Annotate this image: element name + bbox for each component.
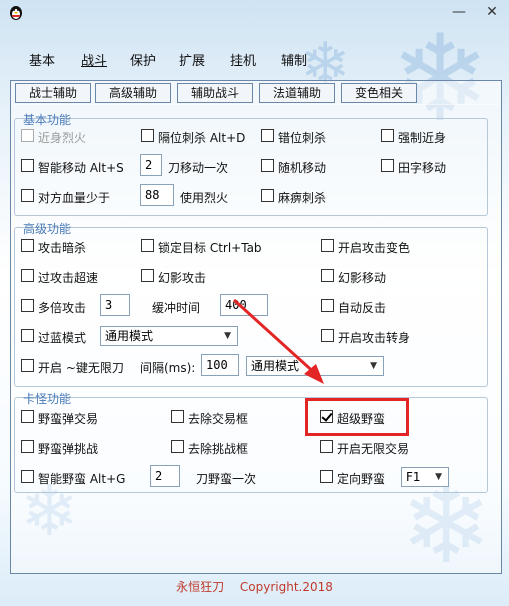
checkbox-label: 错位刺杀	[278, 131, 327, 145]
checkbox-label: 过蓝模式	[38, 331, 87, 345]
checkbox-label: 田字移动	[398, 161, 447, 175]
checkbox[interactable]	[21, 410, 34, 423]
penguin-icon	[10, 6, 22, 20]
checkbox[interactable]	[21, 269, 34, 282]
checkbox-label: 野蛮弹交易	[38, 412, 99, 426]
subtab-warrior[interactable]: 战士辅助	[15, 83, 91, 103]
group-title: 高级功能	[23, 222, 72, 236]
checkbox[interactable]	[381, 129, 394, 142]
checkbox[interactable]	[21, 440, 34, 453]
checkbox[interactable]	[321, 299, 334, 312]
tab-afk[interactable]: 挂机	[230, 50, 256, 69]
chevron-down-icon: ▼	[435, 472, 442, 482]
checkbox[interactable]	[261, 159, 274, 172]
footer: 永恒狂刀 Copyright.2018	[0, 578, 509, 595]
checkbox[interactable]	[321, 269, 334, 282]
input-suffix: 刀野蛮一次	[196, 472, 257, 486]
subtab-assist-battle[interactable]: 辅助战斗	[177, 83, 253, 103]
mode-select[interactable]: 通用模式 ▼	[100, 326, 238, 346]
select-value: 通用模式	[105, 329, 154, 343]
checkbox[interactable]	[21, 470, 34, 483]
checkbox[interactable]	[21, 189, 34, 202]
title-bar: — ✕	[0, 0, 509, 26]
number-input[interactable]: 88	[140, 184, 174, 206]
checkbox-label: 多倍攻击	[38, 301, 87, 315]
checkbox[interactable]	[321, 239, 334, 252]
key-select[interactable]: F1 ▼	[401, 467, 449, 487]
subtab-advanced[interactable]: 高级辅助	[95, 83, 171, 103]
checkbox-label: 开启 ~键无限刀	[38, 361, 124, 375]
checkbox[interactable]	[171, 440, 184, 453]
tab-control[interactable]: 辅制	[281, 50, 307, 69]
tab-extend[interactable]: 扩展	[179, 50, 205, 69]
checkbox[interactable]	[261, 129, 274, 142]
app-window: ❄ ❄ ❄ ❄ — ✕ 基本 战斗 保护 扩展 挂机 辅制 战士辅助 高级辅助 …	[0, 0, 509, 606]
select-value: 通用模式	[251, 359, 300, 373]
mode-select[interactable]: 通用模式 ▼	[246, 356, 384, 376]
footer-name: 永恒狂刀	[176, 580, 225, 594]
number-input[interactable]: 400	[220, 294, 268, 316]
checkbox-label: 对方血量少于	[38, 191, 111, 205]
checkbox[interactable]	[21, 129, 34, 142]
checkbox-label: 智能野蛮 Alt+G	[38, 472, 126, 486]
number-input[interactable]: 2	[150, 465, 180, 487]
footer-copyright: Copyright.2018	[239, 580, 333, 594]
input-suffix: 刀移动一次	[168, 161, 229, 175]
checkbox-label: 野蛮弹挑战	[38, 442, 99, 456]
checkbox[interactable]	[141, 269, 154, 282]
minimize-button[interactable]: —	[447, 2, 471, 22]
tab-battle[interactable]: 战斗	[81, 50, 107, 69]
checkbox-label: 智能移动 Alt+S	[38, 161, 124, 175]
chevron-down-icon: ▼	[370, 361, 377, 371]
field-label: 缓冲时间	[152, 301, 201, 315]
checkbox-label: 过攻击超速	[38, 271, 99, 285]
checkbox[interactable]	[21, 239, 34, 252]
subtab-taoist[interactable]: 法道辅助	[259, 83, 335, 103]
input-suffix: 使用烈火	[180, 191, 229, 205]
group-title: 基本功能	[23, 113, 72, 127]
subtab-color[interactable]: 变色相关	[341, 83, 417, 103]
checkbox-label: 攻击暗杀	[38, 241, 87, 255]
checkbox[interactable]	[320, 470, 333, 483]
number-input[interactable]: 3	[100, 294, 130, 316]
checkbox-label: 隔位刺杀 Alt+D	[158, 131, 246, 145]
checkbox-label: 开启攻击变色	[338, 241, 411, 255]
checkbox-label: 随机移动	[278, 161, 327, 175]
number-input[interactable]: 100	[201, 354, 239, 376]
tab-basic[interactable]: 基本	[29, 50, 55, 69]
tab-protect[interactable]: 保护	[130, 50, 156, 69]
field-label: 间隔(ms):	[140, 361, 196, 375]
checkbox-label: 麻痹刺杀	[278, 191, 327, 205]
checkbox[interactable]	[261, 189, 274, 202]
highlight-box	[305, 398, 409, 436]
checkbox[interactable]	[21, 299, 34, 312]
number-input[interactable]: 2	[140, 154, 162, 176]
chevron-down-icon: ▼	[224, 331, 231, 341]
checkbox-label: 锁定目标 Ctrl+Tab	[158, 241, 262, 255]
checkbox-label: 去除交易框	[188, 412, 249, 426]
checkbox-label: 强制近身	[398, 131, 447, 145]
checkbox[interactable]	[320, 440, 333, 453]
checkbox-label: 幻影移动	[338, 271, 387, 285]
checkbox[interactable]	[171, 410, 184, 423]
checkbox-label: 定向野蛮	[337, 472, 386, 486]
checkbox[interactable]	[381, 159, 394, 172]
checkbox[interactable]	[141, 129, 154, 142]
checkbox[interactable]	[321, 329, 334, 342]
checkbox[interactable]	[141, 239, 154, 252]
sub-tab-bar: 战士辅助 高级辅助 辅助战斗 法道辅助 变色相关	[10, 80, 502, 105]
checkbox[interactable]	[21, 329, 34, 342]
checkbox-label: 自动反击	[338, 301, 387, 315]
select-value: F1	[406, 470, 421, 484]
checkbox-label: 开启攻击转身	[338, 331, 411, 345]
group-title: 卡怪功能	[23, 392, 72, 406]
checkbox-label: 开启无限交易	[337, 442, 410, 456]
close-button[interactable]: ✕	[480, 2, 504, 22]
checkbox[interactable]	[21, 159, 34, 172]
checkbox-label: 去除挑战框	[188, 442, 249, 456]
checkbox-label: 幻影攻击	[158, 271, 207, 285]
checkbox[interactable]	[21, 359, 34, 372]
checkbox-label: 近身烈火	[38, 131, 87, 145]
